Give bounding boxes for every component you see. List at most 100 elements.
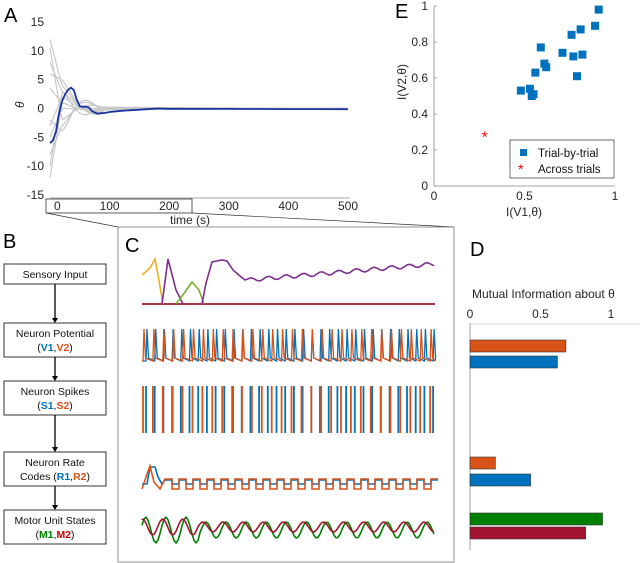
x-tick-label-a: 100 — [100, 199, 120, 213]
gray-trial-line — [49, 87, 347, 111]
y-tick-label-e: 0 — [421, 179, 428, 193]
flow-box-neuron-rate: Neuron Rate Codes (R1,R2) — [3, 451, 107, 510]
y-tick-label-e: 0.6 — [411, 71, 428, 85]
neuron-spike-rasters — [142, 386, 435, 433]
x-tick-label-a: 200 — [159, 199, 179, 213]
potential-trace-v2 — [142, 328, 436, 362]
flow-arrow-head — [52, 376, 58, 381]
scatter-point-trial — [531, 68, 540, 77]
bar-chart-title: Mutual Information about θ — [472, 287, 615, 301]
y-tick-label-e: 0.4 — [411, 107, 428, 121]
flow-box-title: Neuron Spikes — [21, 386, 90, 398]
y-tick-label-a: -15 — [27, 188, 45, 202]
panel-a-chart: 15 10 5 0 -5 -10 -15 0 100 200 300 400 500 θ time (… — [13, 15, 455, 228]
y-axis-label-e: I(V2,θ) — [395, 64, 409, 100]
bar-r2 — [469, 456, 496, 470]
flow-box-title: Motor Unit States — [14, 515, 95, 527]
neuron-potential-traces — [142, 328, 437, 363]
panel-label-b: B — [3, 231, 16, 253]
flow-box-title: Neuron Rate — [25, 457, 85, 469]
y-tick-label-e: 0.8 — [411, 35, 428, 49]
x-tick-label-e: 0.5 — [516, 189, 533, 203]
x-tick-label-a: 0 — [54, 199, 61, 213]
bar-m2 — [469, 526, 586, 540]
y-tick-label-a: -10 — [27, 159, 45, 173]
y-tick-label-a: 15 — [31, 15, 45, 29]
zoom-connector-left — [45, 212, 119, 228]
sensory-trace-purple-2 — [201, 259, 435, 305]
gray-trial-line — [49, 90, 347, 167]
y-tick-label-a: 0 — [37, 102, 44, 116]
x-tick-label-e: 0 — [431, 189, 438, 203]
x-tick-label-d: 1 — [608, 307, 615, 321]
panel-label-c: C — [125, 235, 139, 257]
x-tick-label-e: 1 — [612, 189, 619, 203]
flow-box-variables: (M1,M2) — [35, 529, 74, 541]
y-tick-label-a: -5 — [33, 130, 44, 144]
x-tick-label-d: 0 — [467, 307, 474, 321]
gray-trial-line — [49, 62, 347, 116]
x-tick-label-a: 400 — [278, 199, 298, 213]
zoom-connector-right — [191, 212, 455, 228]
panel-c-traces — [117, 226, 455, 563]
motor-unit-state-traces — [141, 515, 435, 545]
scatter-point-trial — [594, 5, 603, 14]
panel-label-a: A — [4, 5, 18, 27]
x-tick-label-d: 0.5 — [532, 307, 549, 321]
legend-trial-by-trial: Trial-by-trial — [538, 148, 598, 160]
y-tick-label-e: 1 — [421, 0, 428, 13]
flow-arrow-head — [52, 447, 58, 452]
panel-d-bar-chart: Mutual Information about θ 0 0.5 1 — [467, 287, 640, 550]
flow-box-title: Neuron Potential — [16, 328, 94, 340]
panel-label-d: D — [470, 239, 484, 261]
scatter-point-trial — [567, 30, 576, 39]
sensory-trace-purple-1 — [161, 258, 184, 305]
gray-trial-line — [49, 39, 347, 114]
scatter-point-trial — [569, 52, 578, 61]
scatter-point-trial — [542, 63, 551, 72]
neuron-rate-code-traces — [141, 463, 438, 491]
flow-arrow-head — [52, 318, 58, 323]
bar-r1 — [469, 473, 531, 487]
y-axis-label-a: θ — [13, 101, 27, 108]
mean-trial-line — [49, 86, 349, 144]
scatter-point-trial — [529, 90, 538, 99]
flow-box-motor-unit-states: Motor Unit States (M1,M2) — [3, 509, 107, 545]
flow-box-variables: (V1,V2) — [37, 342, 73, 354]
panel-e-scatter: 0 0.2 0.4 0.6 0.8 1 0 0.5 1 * I(V2,θ) I(V1,θ) T… — [395, 0, 619, 219]
flow-arrow-head — [52, 505, 58, 510]
flow-box-variables: (S1,S2) — [37, 400, 73, 412]
x-tick-label-a: 500 — [338, 199, 358, 213]
legend-across-trials: Across trials — [538, 164, 601, 176]
legend-square-marker — [520, 149, 527, 156]
scatter-point-trial — [578, 50, 587, 59]
flow-box-neuron-spikes: Neuron Spikes (S1,S2) — [3, 380, 107, 452]
flow-box-sensory-input: Sensory Input — [3, 263, 107, 323]
rate-trace-r2 — [141, 463, 438, 491]
scatter-point-trial — [558, 48, 567, 57]
sensory-trace-green — [175, 280, 205, 305]
flow-box-title: Sensory Input — [23, 269, 88, 281]
x-tick-label-a: 300 — [219, 199, 239, 213]
scatter-point-trial — [572, 72, 581, 81]
sensory-trace-yellow — [141, 256, 164, 305]
scatter-point-trial — [516, 86, 525, 95]
x-axis-label-a: time (s) — [170, 213, 210, 227]
legend-asterisk-marker: * — [518, 161, 524, 177]
figure: A B C D E 151050-5-10-15 0 100 200 300 400 50… — [3, 0, 640, 563]
sensory-input-traces — [141, 256, 435, 305]
panel-label-e: E — [395, 1, 408, 23]
flow-box-variables: Codes (R1,R2) — [20, 471, 90, 483]
legend-e: Trial-by-trial * Across trials — [509, 139, 615, 179]
panel-b-flowchart: Sensory InputNeuron Potential(V1,V2)Neur… — [3, 263, 107, 545]
bar-v1 — [469, 355, 558, 369]
y-tick-label-a: 5 — [37, 73, 44, 87]
x-axis-label-e: I(V1,θ) — [506, 205, 542, 219]
bar-v2 — [469, 339, 567, 353]
scatter-point-trial — [576, 25, 585, 34]
flow-box-neuron-potential: Neuron Potential (V1,V2) — [3, 322, 107, 381]
y-tick-label-e: 0.2 — [411, 143, 428, 157]
scatter-point-trial — [536, 43, 545, 52]
bar-m1 — [469, 512, 603, 526]
y-tick-label-a: 10 — [31, 44, 45, 58]
